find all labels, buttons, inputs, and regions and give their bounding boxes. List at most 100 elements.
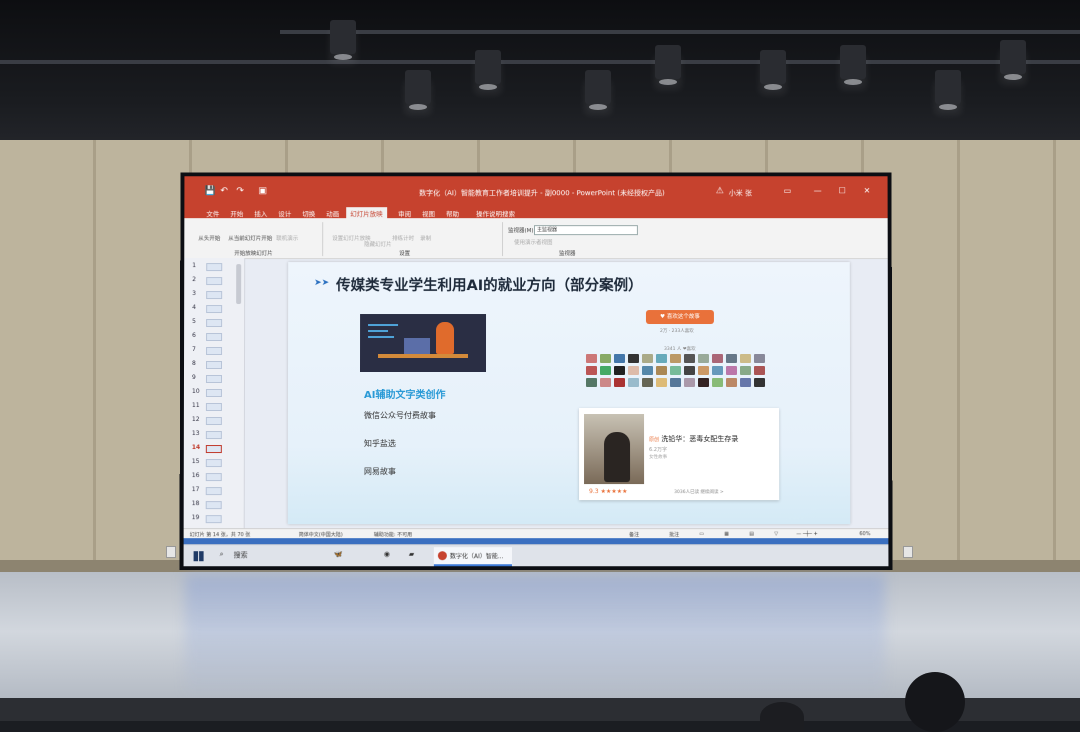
slide-thumbnail[interactable]: 13: [192, 430, 222, 440]
slide-thumbnail[interactable]: 2: [192, 276, 223, 286]
from-start-button[interactable]: 从头开始: [198, 234, 220, 242]
minimize-button[interactable]: —: [814, 186, 822, 195]
powerpoint-icon: [437, 551, 447, 561]
present-icon[interactable]: ▣: [258, 186, 267, 196]
thumb-number: 3: [192, 290, 197, 298]
accessibility-status[interactable]: 辅助功能: 不可用: [374, 531, 412, 538]
butterfly-widget-icon[interactable]: 🦋: [334, 550, 343, 558]
avatar: [683, 354, 695, 364]
story-title: 原创 洗铅华：恶毒女配生存录: [649, 434, 738, 444]
story-rating: 9.3 ★★★★★: [589, 488, 628, 496]
slide-thumbnail[interactable]: 19: [192, 514, 222, 524]
reading-view-icon[interactable]: ▤: [749, 531, 754, 537]
slide-thumbnail[interactable]: 15: [191, 458, 222, 468]
slide-thumbnail[interactable]: 4: [192, 304, 223, 314]
comments-button[interactable]: 批注: [669, 531, 679, 538]
avatar: [669, 366, 682, 375]
slide-thumbnail[interactable]: 3: [192, 290, 223, 300]
stage-light: [760, 50, 786, 90]
slide-thumbnail[interactable]: 17: [192, 486, 222, 496]
slide-thumbnail[interactable]: 10: [192, 388, 222, 398]
avatar: [656, 377, 668, 388]
slide-thumbnail[interactable]: 5: [192, 318, 223, 328]
redo-icon[interactable]: ↷: [236, 186, 244, 196]
avatar: [585, 366, 598, 375]
ai-illustration: [359, 314, 487, 372]
slide-thumbnail[interactable]: 18: [191, 500, 222, 510]
monitor-label: 监视器(M):: [508, 228, 536, 235]
rehearse-button[interactable]: 排练计时: [392, 234, 414, 242]
taskbar-powerpoint-app[interactable]: 数字化（AI）智能...: [433, 547, 512, 567]
avatar: [698, 377, 710, 388]
avatar: [740, 377, 752, 388]
avatar: [613, 366, 626, 375]
cover-figure: [604, 432, 631, 483]
maximize-button[interactable]: ☐: [839, 186, 846, 195]
ceiling-truss: [0, 60, 1080, 64]
sorter-view-icon[interactable]: ▦: [724, 531, 729, 537]
avatar: [683, 366, 696, 375]
list-item: 网易故事: [363, 467, 396, 477]
zoom-level[interactable]: 60%: [859, 531, 870, 537]
slide-thumbnail[interactable]: 6: [192, 332, 223, 342]
from-current-button[interactable]: 从当前幻灯片开始: [228, 234, 272, 242]
user-name[interactable]: 小米 张: [729, 188, 752, 198]
language-status[interactable]: 简体中文(中国大陆): [299, 531, 343, 538]
notes-button[interactable]: 备注: [629, 531, 639, 538]
avatar: [628, 377, 640, 388]
illustration-line: [368, 330, 389, 333]
thumb-number: 18: [191, 500, 200, 508]
stage-light: [585, 70, 611, 110]
zoom-slider[interactable]: — ─┼─ +: [796, 531, 817, 537]
normal-view-icon[interactable]: ▭: [699, 531, 704, 537]
section-heading: AI辅助文字类创作: [363, 390, 446, 402]
avatar: [599, 354, 611, 364]
thumb-number: 16: [191, 472, 200, 480]
robot-figure: [436, 322, 455, 355]
avatar: [739, 354, 751, 364]
monitor-select[interactable]: 主监视器: [534, 225, 638, 236]
screen-reflection: [185, 575, 885, 695]
search-icon[interactable]: ⌕: [220, 550, 224, 559]
like-count: 2万 · 233人喜欢: [659, 329, 694, 335]
slide-thumbnail-selected[interactable]: 14: [192, 444, 222, 454]
slide-thumbnail[interactable]: 9: [191, 373, 222, 384]
avatar: [697, 366, 710, 375]
save-icon[interactable]: 💾: [204, 186, 215, 196]
like-story-button: ♥ 喜欢这个故事: [645, 310, 714, 325]
presenter-view-checkbox[interactable]: 使用演示者视图: [514, 238, 552, 246]
warning-icon: ⚠: [715, 186, 724, 197]
slideshow-view-icon[interactable]: ▽: [774, 531, 778, 537]
stage-light: [1000, 40, 1026, 80]
thumb-number: 9: [191, 373, 196, 382]
taskbar-search[interactable]: 搜索: [234, 550, 248, 560]
close-button[interactable]: ✕: [864, 186, 871, 195]
stage-light: [840, 45, 866, 85]
laptop-shape: [404, 338, 431, 355]
slide-thumbnail[interactable]: 7: [192, 346, 223, 356]
stage-light: [330, 20, 356, 60]
thumbnail-scrollbar[interactable]: [236, 264, 242, 305]
slide-thumbnail[interactable]: 12: [192, 416, 222, 426]
undo-icon[interactable]: ↶: [220, 186, 228, 196]
avatar: [753, 366, 766, 375]
slide-thumbnail[interactable]: 16: [191, 472, 222, 482]
avatar: [670, 377, 682, 388]
slide-thumbnail[interactable]: 1: [192, 262, 223, 272]
ribbon-options-icon[interactable]: ▭: [784, 186, 792, 195]
thumb-number: 6: [192, 332, 196, 340]
avatar: [599, 366, 612, 375]
file-explorer-icon[interactable]: ▰: [409, 550, 414, 558]
avatar: [669, 354, 681, 364]
windows-start-icon[interactable]: [193, 551, 204, 562]
record-button[interactable]: 录制: [420, 234, 431, 242]
slide-thumbnail[interactable]: 11: [192, 402, 222, 412]
hide-slide-button[interactable]: 隐藏幻灯片: [364, 240, 392, 248]
avatar: [739, 366, 752, 375]
windows-taskbar: ⌕ 搜索 🦋 ◉ ▰ 数字化（AI）智能...: [183, 544, 889, 567]
online-present-button[interactable]: 联机演示: [276, 234, 298, 242]
edge-browser-icon[interactable]: ◉: [384, 550, 390, 558]
thumb-number: 15: [191, 458, 200, 466]
slide-thumbnail[interactable]: 8: [192, 360, 223, 370]
powerpoint-window: 💾 ↶ ↷ ▣ 数字化（AI）智能教育工作者培训提升 - 副0000 - Pow…: [183, 176, 889, 567]
